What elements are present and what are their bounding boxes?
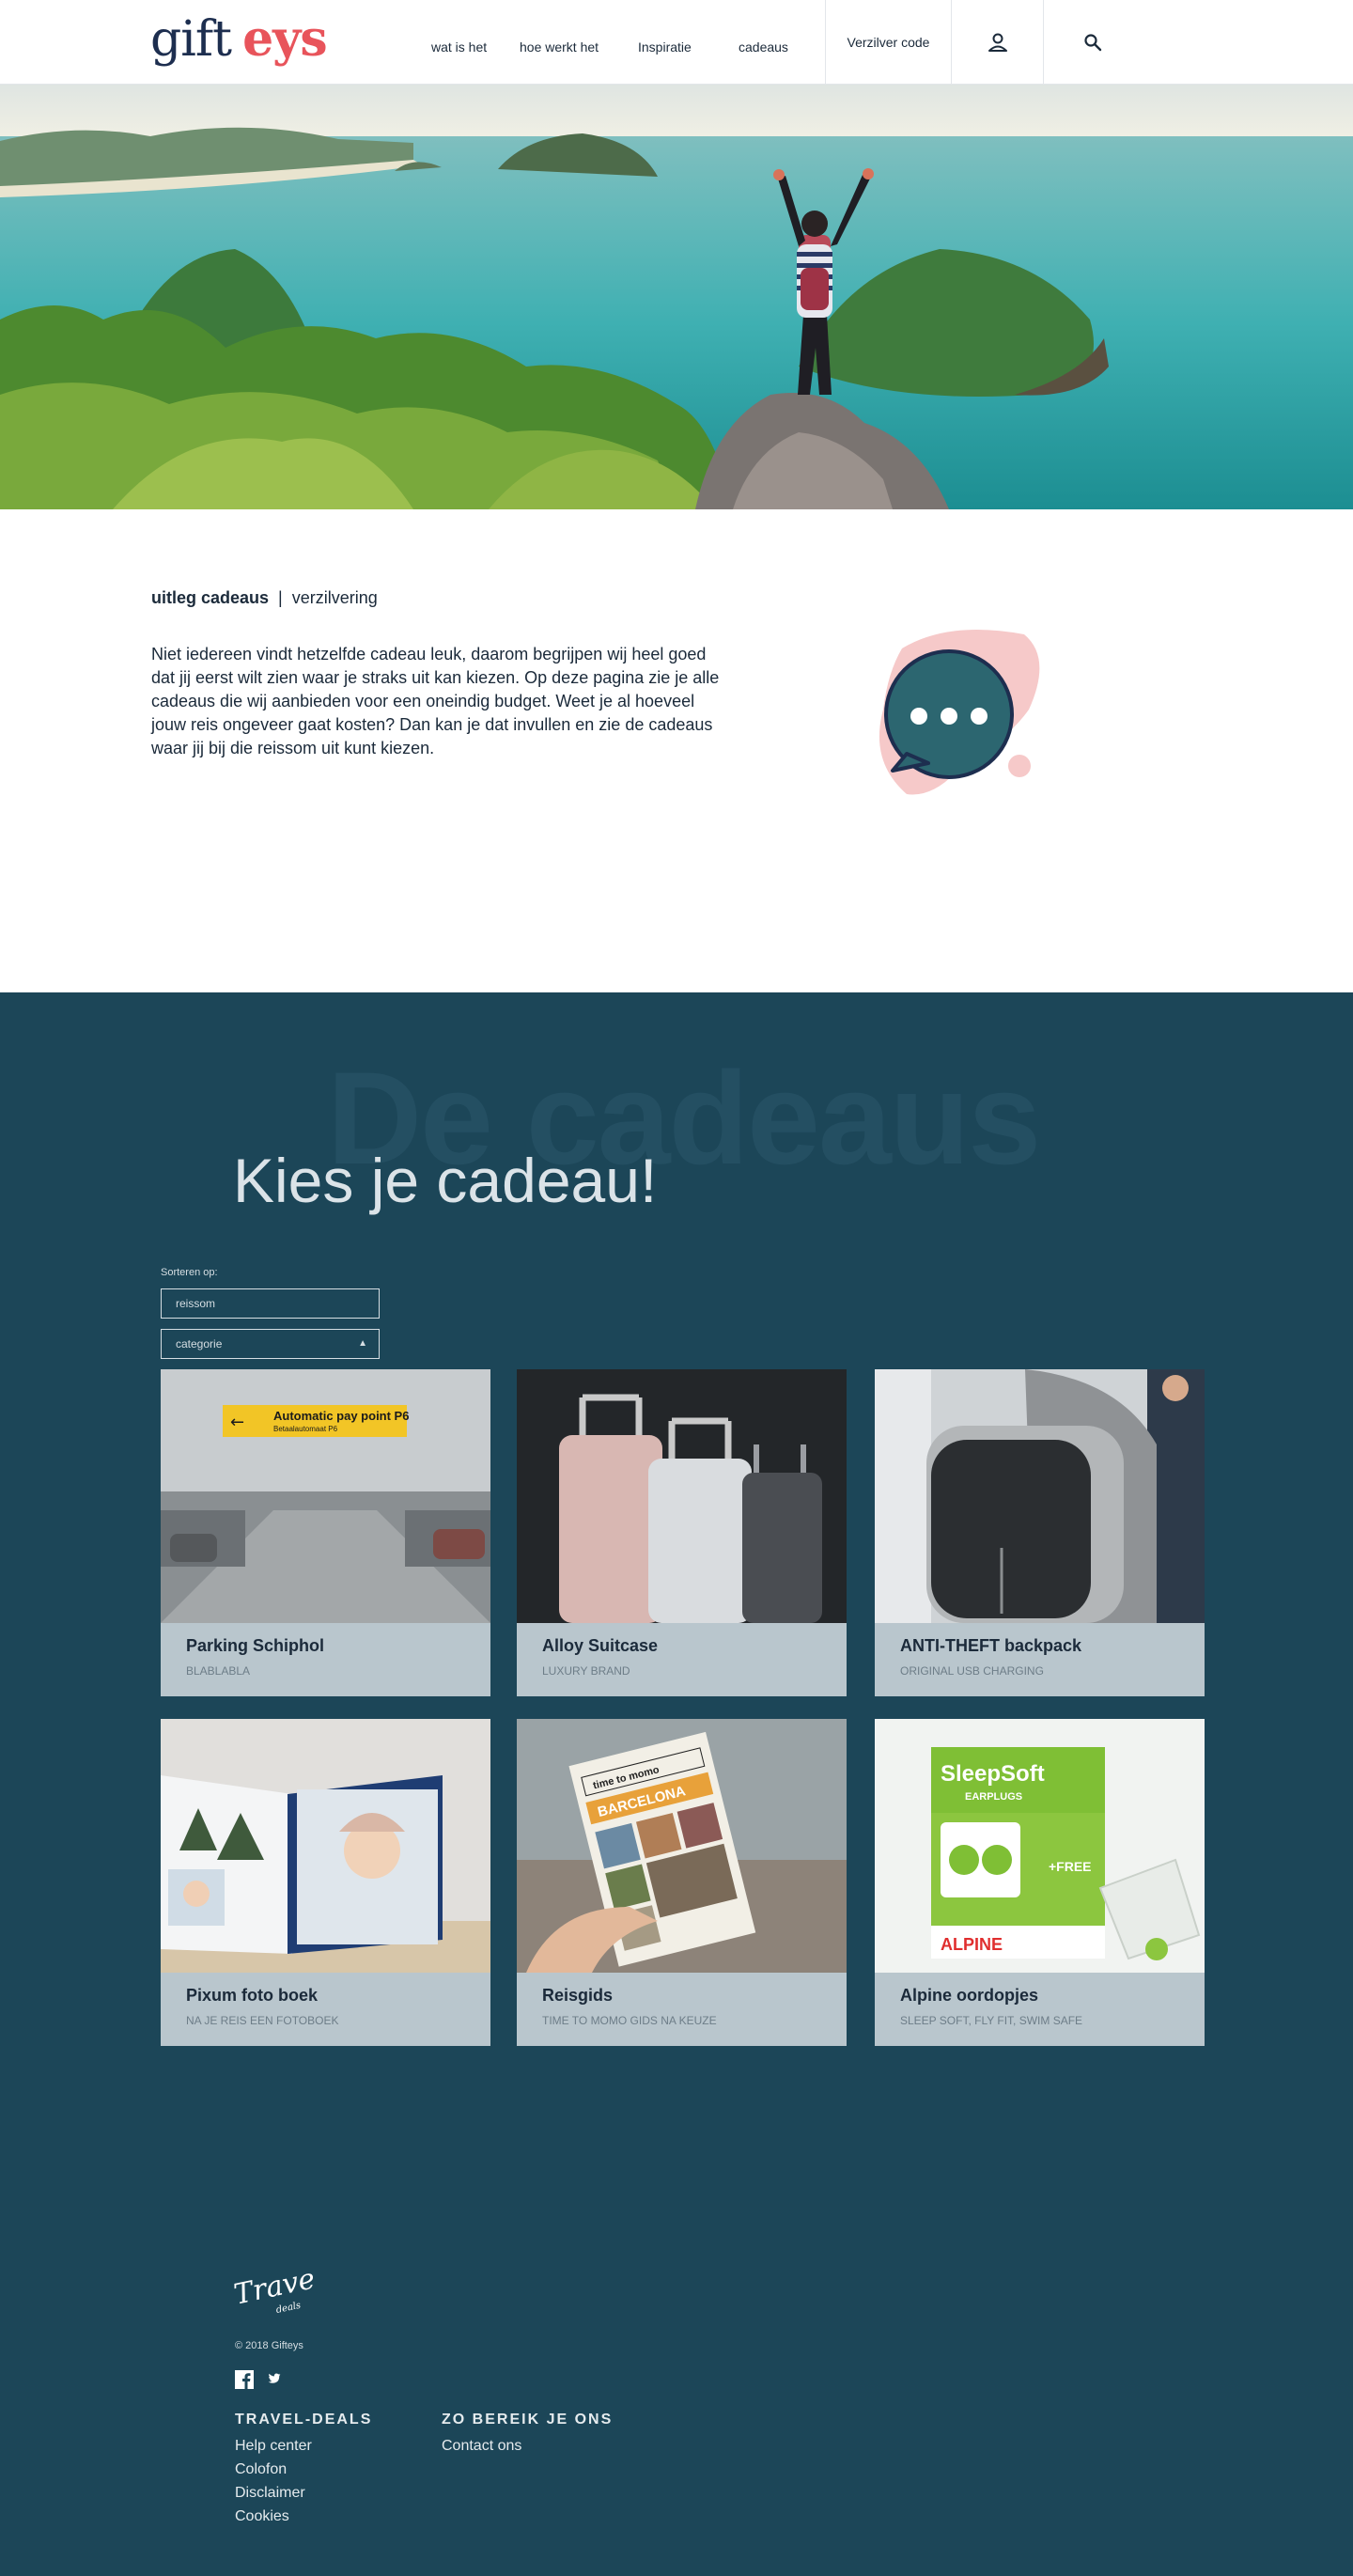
gift-card-title: Alloy Suitcase — [542, 1636, 659, 1655]
tab-separator: | — [278, 588, 283, 607]
account-button[interactable] — [951, 0, 1043, 85]
gift-card-subtitle: TIME TO MOMO GIDS NA KEUZE — [542, 2014, 717, 2027]
gift-card-image: Automatic pay point P6 Betaalautomaat P6… — [161, 1369, 490, 1623]
reissom-input[interactable]: reissom — [161, 1288, 380, 1319]
footer-link-disclaimer[interactable]: Disclaimer — [235, 2485, 305, 2502]
search-button[interactable] — [1043, 0, 1141, 85]
search-icon — [1083, 34, 1101, 52]
intro-text: Niet iedereen vindt hetzelfde cadeau leu… — [151, 645, 720, 757]
footer-logo[interactable]: Travel deals — [231, 2260, 327, 2321]
gift-card-subtitle: SLEEP SOFT, FLY FIT, SWIM SAFE — [900, 2014, 1083, 2027]
chat-bubble-icon — [884, 649, 1014, 779]
category-select[interactable]: categorie ▲ — [161, 1329, 380, 1359]
gift-card-image — [161, 1719, 490, 1973]
gift-card-subtitle: BLABLABLA — [186, 1664, 251, 1678]
svg-text:←: ← — [230, 1413, 244, 1432]
svg-text:Travel: Travel — [233, 2265, 314, 2312]
footer-link-cookies[interactable]: Cookies — [235, 2508, 289, 2525]
gift-card-title: Parking Schiphol — [186, 1636, 325, 1655]
tab-verzilvering[interactable]: verzilvering — [292, 588, 378, 607]
gift-card-image — [875, 1369, 1205, 1623]
gift-card[interactable]: SleepSoft EARPLUGS +FREE ALPINE Alpine o… — [875, 1719, 1205, 2046]
nav-item-hoe-werkt-het[interactable]: hoe werkt het — [520, 0, 599, 85]
footer-link-help-center[interactable]: Help center — [235, 2438, 312, 2455]
gift-card-subtitle: NA JE REIS EEN FOTOBOEK — [186, 2014, 339, 2027]
gift-card-title: Alpine oordopjes — [900, 1986, 1039, 2005]
gift-card-image: SleepSoft EARPLUGS +FREE ALPINE — [875, 1719, 1205, 1973]
gift-card[interactable]: ANTI-THEFT backpack ORIGINAL USB CHARGIN… — [875, 1369, 1205, 1696]
svg-text:+FREE: +FREE — [1049, 1859, 1092, 1874]
svg-text:ALPINE: ALPINE — [941, 1935, 1003, 1954]
chevron-up-icon: ▲ — [358, 1338, 367, 1349]
footer-col-contact-title: ZO BEREIK JE ONS — [442, 2412, 614, 2428]
nav-item-wat-is-het[interactable]: wat is het — [431, 0, 487, 85]
gift-card-image — [517, 1369, 847, 1623]
gift-card[interactable]: Pixum foto boek NA JE REIS EEN FOTOBOEK — [161, 1719, 490, 2046]
gift-card-title: Reisgids — [542, 1986, 614, 2005]
footer-col-travel-deals-title: TRAVEL-DEALS — [235, 2412, 373, 2428]
svg-text:EARPLUGS: EARPLUGS — [965, 1791, 1022, 1803]
footer-link-contact-ons[interactable]: Contact ons — [442, 2438, 521, 2455]
svg-text:Betaalautomaat P6: Betaalautomaat P6 — [273, 1425, 338, 1433]
intro-tabs: uitleg cadeaus | verzilvering — [151, 588, 378, 608]
gift-card[interactable]: time to momo BARCELONA Reisgids TIME TO … — [517, 1719, 847, 2046]
footer-copyright: © 2018 Gifteys — [235, 2340, 303, 2351]
chat-illustration — [864, 620, 1052, 808]
nav-item-cadeaus[interactable]: cadeaus — [739, 0, 788, 85]
gift-card[interactable]: Automatic pay point P6 Betaalautomaat P6… — [161, 1369, 490, 1696]
tab-uitleg-cadeaus[interactable]: uitleg cadeaus — [151, 588, 269, 607]
site-logo[interactable]: gift eys — [150, 11, 328, 69]
gift-card-subtitle: LUXURY BRAND — [542, 1664, 630, 1678]
footer-link-colofon[interactable]: Colofon — [235, 2461, 287, 2478]
category-select-value: categorie — [176, 1337, 223, 1350]
redeem-code-label: Verzilver code — [847, 35, 930, 50]
sort-label: Sorteren op: — [161, 1267, 218, 1278]
twitter-icon[interactable] — [268, 2372, 281, 2385]
nav-item-inspiratie[interactable]: Inspiratie — [638, 0, 692, 85]
gift-card-subtitle: ORIGINAL USB CHARGING — [900, 1664, 1044, 1678]
gift-card-image: time to momo BARCELONA — [517, 1719, 847, 1973]
gift-card[interactable]: Alloy Suitcase LUXURY BRAND — [517, 1369, 847, 1696]
gifts-title: Kies je cadeau! — [233, 1146, 658, 1215]
reissom-input-value: reissom — [176, 1297, 216, 1310]
facebook-icon[interactable] — [235, 2370, 254, 2389]
gift-card-title: Pixum foto boek — [186, 1986, 319, 2005]
svg-text:Automatic pay point P6: Automatic pay point P6 — [273, 1409, 409, 1423]
gift-card-title: ANTI-THEFT backpack — [900, 1636, 1082, 1655]
hero-image — [0, 85, 1353, 509]
svg-text:SleepSoft: SleepSoft — [941, 1761, 1045, 1787]
user-icon — [988, 33, 1007, 52]
site-header: gift eys wat is het hoe werkt het Inspira… — [0, 0, 1353, 85]
redeem-code-button[interactable]: Verzilver code — [825, 0, 951, 85]
